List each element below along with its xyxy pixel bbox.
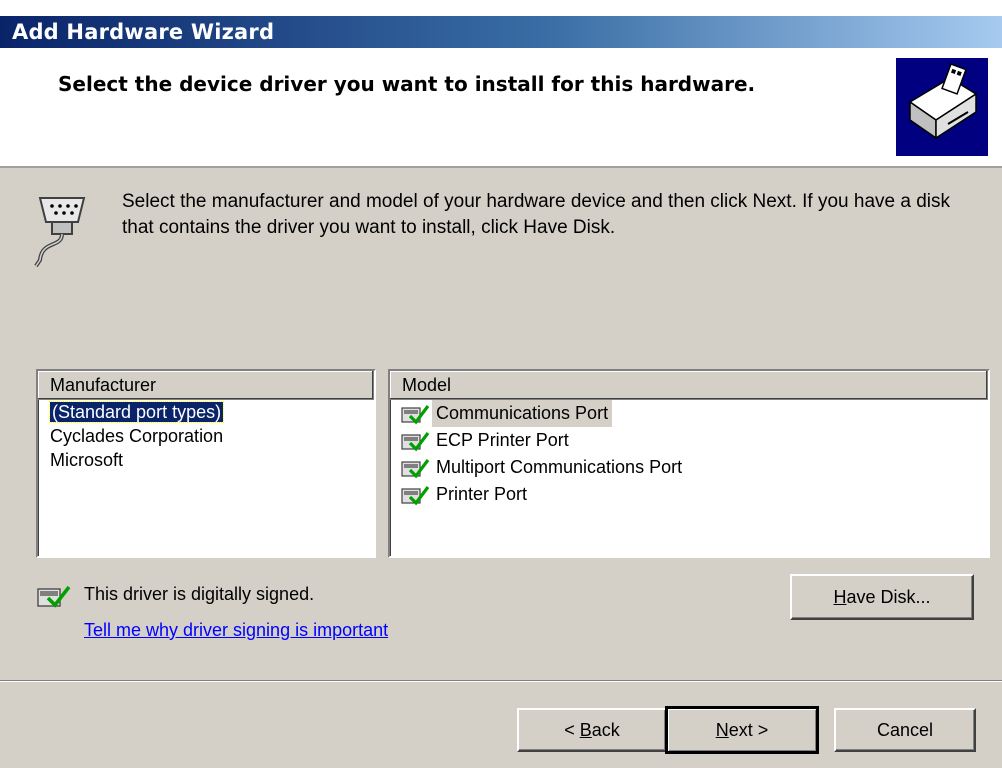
next-label: ext > [728,720,769,740]
model-item-label: Printer Port [436,484,528,504]
back-button[interactable]: < Back [517,708,667,752]
window-title: Add Hardware Wizard [12,20,275,44]
footer-divider [0,680,1002,682]
model-item-label: Multiport Communications Port [436,457,683,477]
manufacturer-item-microsoft[interactable]: Microsoft [38,448,374,472]
serial-port-cable-icon [34,197,86,268]
title-bar[interactable]: Add Hardware Wizard [0,16,1002,48]
wizard-header: Select the device driver you want to ins… [0,48,1002,168]
driver-signed-status: This driver is digitally signed. [84,584,315,604]
model-item-multiport-communications-port[interactable]: Multiport Communications Port [390,454,988,481]
signed-driver-icon [401,458,430,478]
have-disk-button[interactable]: Have Disk... [790,574,974,620]
model-item-ecp-printer-port[interactable]: ECP Printer Port [390,427,988,454]
signed-driver-icon [401,485,430,505]
model-item-label: Communications Port [432,400,613,427]
signed-driver-icon [401,404,430,424]
next-accelerator: N [715,720,729,740]
model-item-printer-port[interactable]: Printer Port [390,481,988,508]
have-disk-label: ave Disk... [846,587,931,607]
manufacturer-item-label: (Standard port types) [48,401,225,423]
back-prefix: < [564,720,580,740]
intro-text: Select the manufacturer and model of you… [122,191,951,238]
header-title: Select the device driver you want to ins… [58,72,756,96]
manufacturer-column-header[interactable]: Manufacturer [38,371,374,400]
back-accelerator: B [579,720,592,740]
driver-signing-link[interactable]: Tell me why driver signing is important [84,620,388,641]
have-disk-accelerator: H [833,587,847,607]
manufacturer-item-cyclades[interactable]: Cyclades Corporation [38,424,374,448]
back-label: ack [591,720,620,740]
model-item-label: ECP Printer Port [436,430,569,450]
manufacturer-item-standard[interactable]: (Standard port types) [38,400,374,424]
model-column-header[interactable]: Model [390,371,988,400]
model-item-communications-port[interactable]: Communications Port [390,400,988,427]
signed-driver-icon [401,431,430,451]
model-list[interactable]: Model Communications Port ECP Printer Po… [388,369,990,558]
cancel-button[interactable]: Cancel [834,708,976,752]
hardware-wizard-icon [896,58,988,156]
next-button[interactable]: Next > [665,706,819,754]
top-strip [0,0,1002,16]
manufacturer-list[interactable]: Manufacturer (Standard port types) Cycla… [36,369,376,558]
signed-driver-icon [37,585,71,608]
